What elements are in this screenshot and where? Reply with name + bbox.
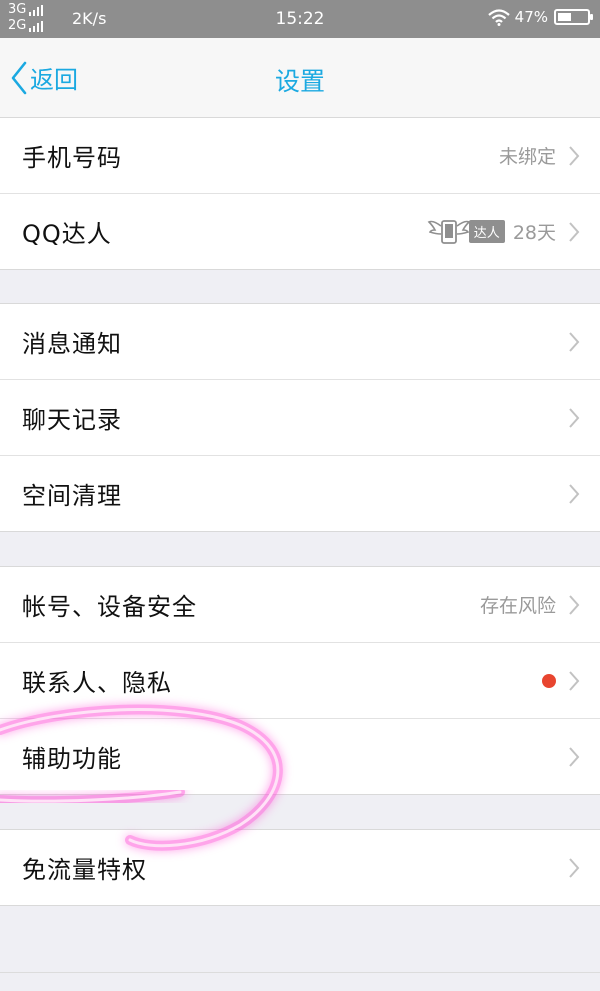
settings-group-account: 手机号码 未绑定 QQ达人 达人 28天 (0, 117, 600, 270)
chevron-right-icon (569, 331, 580, 352)
settings-item-label: 辅助功能 (22, 745, 122, 773)
settings-item-storage-cleanup[interactable]: 空间清理 (0, 456, 600, 531)
settings-item-value: 存在风险 (479, 595, 556, 617)
settings-item-contacts-privacy[interactable]: 联系人、隐私 (0, 643, 600, 719)
notification-dot (542, 673, 556, 688)
settings-item-label: 免流量特权 (22, 856, 147, 884)
settings-item-value: 未绑定 (498, 146, 556, 168)
settings-item-label: 手机号码 (22, 144, 122, 172)
battery-level (558, 13, 571, 21)
status-right: 47% (487, 8, 593, 26)
settings-item-label: 联系人、隐私 (22, 669, 172, 697)
chevron-right-icon (569, 594, 580, 615)
settings-item-label: QQ达人 (22, 220, 112, 248)
settings-item-label: 消息通知 (22, 330, 122, 358)
winged-phone-icon: 达人 (427, 218, 505, 246)
settings-item-label: 空间清理 (22, 482, 122, 510)
daren-tag: 达人 (468, 220, 505, 243)
chevron-right-icon (569, 407, 580, 428)
settings-item-value: 28天 (512, 222, 556, 244)
chevron-right-icon (569, 670, 580, 691)
chevron-right-icon (569, 483, 580, 504)
bottom-divider (0, 972, 600, 973)
settings-group-privileges: 免流量特权 (0, 829, 600, 906)
settings-item-label: 聊天记录 (22, 406, 122, 434)
chevron-right-icon (569, 857, 580, 878)
settings-item-free-data[interactable]: 免流量特权 (0, 830, 600, 905)
wifi-icon (487, 9, 510, 26)
status-bar: 3G 2G 2K/s 15:22 47% (0, 0, 600, 38)
chevron-right-icon (569, 221, 580, 242)
settings-item-chat-history[interactable]: 聊天记录 (0, 380, 600, 456)
settings-item-accessibility[interactable]: 辅助功能 (0, 719, 600, 794)
battery-icon (554, 9, 593, 25)
battery-percent: 47% (514, 8, 548, 26)
settings-item-label: 帐号、设备安全 (22, 593, 197, 621)
settings-item-phone-number[interactable]: 手机号码 未绑定 (0, 118, 600, 194)
settings-item-qq-daren[interactable]: QQ达人 达人 28天 (0, 194, 600, 269)
settings-group-data: 消息通知 聊天记录 空间清理 (0, 303, 600, 532)
chevron-right-icon (569, 145, 580, 166)
settings-group-security: 帐号、设备安全 存在风险 联系人、隐私 辅助功能 (0, 566, 600, 795)
chevron-right-icon (569, 746, 580, 767)
settings-item-notifications[interactable]: 消息通知 (0, 304, 600, 380)
navigation-bar: 返回 设置 (0, 38, 600, 121)
page-title: 设置 (274, 67, 325, 96)
settings-item-account-security[interactable]: 帐号、设备安全 存在风险 (0, 567, 600, 643)
